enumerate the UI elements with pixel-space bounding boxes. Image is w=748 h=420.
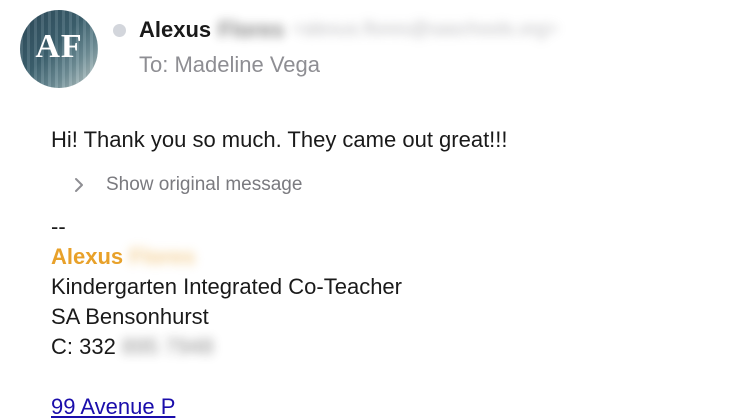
signature-name-line: Alexus Flores	[51, 242, 402, 272]
signature-last-name-redacted: Flores	[129, 244, 196, 269]
signature-title: Kindergarten Integrated Co-Teacher	[51, 274, 402, 299]
signature-first-name: Alexus	[51, 244, 124, 269]
signature-separator: --	[51, 214, 66, 239]
signature-phone-prefix: C: 332	[51, 334, 116, 359]
signature-phone-redacted: 895 7948	[121, 334, 214, 359]
sender-email-redacted: <alexus.flores@saschools.org>	[292, 19, 558, 40]
email-signature: -- Alexus Flores Kindergarten Integrated …	[51, 212, 402, 362]
sender-first-name: Alexus	[139, 17, 212, 42]
show-original-toggle[interactable]: Show original message	[70, 172, 302, 198]
recipient-line[interactable]: To: Madeline Vega	[139, 52, 320, 78]
show-original-label: Show original message	[106, 174, 303, 195]
status-dot-icon	[113, 24, 126, 37]
message-header: AF Alexus Flores <alexus.flores@saschool…	[0, 0, 748, 100]
chevron-right-icon	[75, 178, 83, 192]
message-body: Hi! Thank you so much. They came out gre…	[51, 127, 508, 152]
avatar[interactable]: AF	[20, 10, 98, 88]
signature-school: SA Bensonhurst	[51, 304, 209, 329]
signature-address-link[interactable]: 99 Avenue P	[51, 394, 175, 420]
sender-last-name-redacted: Flores	[218, 17, 285, 42]
signature-phone-line[interactable]: C: 332 895 7948	[51, 332, 402, 362]
avatar-initials: AF	[35, 28, 83, 65]
sender-line[interactable]: Alexus Flores <alexus.flores@saschools.o…	[139, 14, 558, 46]
